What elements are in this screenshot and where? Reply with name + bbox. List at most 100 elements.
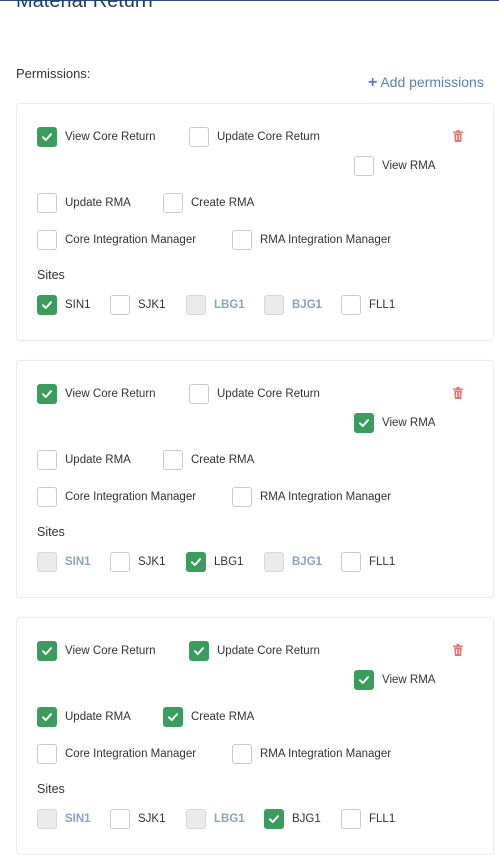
site-checkbox-sin1[interactable]: SIN1: [37, 295, 91, 315]
checkbox-label: Create RMA: [191, 454, 255, 466]
checkbox-box[interactable]: [341, 809, 361, 829]
site-label: SJK1: [138, 299, 166, 311]
checkbox-box[interactable]: [110, 295, 130, 315]
checkbox-label: View RMA: [382, 160, 436, 172]
sites-label: Sites: [37, 268, 65, 282]
site-checkbox-sjk1[interactable]: SJK1: [110, 552, 166, 572]
site-label: FLL1: [369, 299, 396, 311]
checkbox-box[interactable]: [37, 487, 57, 507]
sites-label: Sites: [37, 782, 65, 796]
checkbox-box: [186, 295, 206, 315]
checkbox-checked-icon[interactable]: [37, 295, 57, 315]
checkbox-box[interactable]: [189, 127, 209, 147]
site-checkbox-sjk1[interactable]: SJK1: [110, 295, 166, 315]
trash-icon[interactable]: [453, 129, 463, 142]
site-label: FLL1: [369, 556, 396, 568]
checkbox-checked-icon[interactable]: [37, 127, 57, 147]
site-checkbox-sin1: SIN1: [37, 809, 91, 829]
checkbox-rma-integration-manager[interactable]: RMA Integration Manager: [232, 744, 391, 764]
checkbox-checked-icon[interactable]: [354, 670, 374, 690]
site-label: LBG1: [214, 299, 245, 311]
site-checkbox-lbg1[interactable]: LBG1: [186, 552, 243, 572]
checkbox-label: Update RMA: [65, 711, 131, 723]
checkbox-update-core-return[interactable]: Update Core Return: [189, 641, 320, 661]
checkbox-box[interactable]: [341, 295, 361, 315]
checkbox-label: Core Integration Manager: [65, 491, 197, 503]
checkbox-view-core-return[interactable]: View Core Return: [37, 127, 156, 147]
checkbox-checked-icon[interactable]: [37, 641, 57, 661]
site-checkbox-fll1[interactable]: FLL1: [341, 295, 395, 315]
checkbox-box: [264, 295, 284, 315]
checkbox-label: RMA Integration Manager: [260, 234, 392, 246]
checkbox-create-rma[interactable]: Create RMA: [163, 450, 254, 470]
checkbox-box[interactable]: [189, 384, 209, 404]
checkbox-view-core-return[interactable]: View Core Return: [37, 641, 156, 661]
checkbox-label: Create RMA: [191, 711, 255, 723]
checkbox-label: Core Integration Manager: [65, 234, 197, 246]
checkbox-box[interactable]: [163, 450, 183, 470]
checkbox-box[interactable]: [341, 552, 361, 572]
checkbox-create-rma[interactable]: Create RMA: [163, 193, 254, 213]
checkbox-box[interactable]: [232, 744, 252, 764]
checkbox-label: Core Integration Manager: [65, 748, 197, 760]
checkbox-checked-icon[interactable]: [354, 413, 374, 433]
checkbox-update-core-return[interactable]: Update Core Return: [189, 127, 320, 147]
trash-icon[interactable]: [453, 386, 463, 399]
checkbox-core-integration-manager[interactable]: Core Integration Manager: [37, 744, 196, 764]
checkbox-checked-icon[interactable]: [186, 552, 206, 572]
checkbox-update-rma[interactable]: Update RMA: [37, 193, 131, 213]
checkbox-label: Update Core Return: [217, 131, 320, 143]
checkbox-box[interactable]: [232, 230, 252, 250]
checkbox-checked-icon[interactable]: [189, 641, 209, 661]
checkbox-checked-icon[interactable]: [264, 809, 284, 829]
checkbox-update-rma[interactable]: Update RMA: [37, 450, 131, 470]
checkbox-box[interactable]: [37, 450, 57, 470]
checkbox-core-integration-manager[interactable]: Core Integration Manager: [37, 487, 196, 507]
checkbox-box[interactable]: [37, 230, 57, 250]
site-label: SJK1: [138, 556, 166, 568]
site-checkbox-sin1: SIN1: [37, 552, 91, 572]
checkbox-checked-icon[interactable]: [37, 384, 57, 404]
site-checkbox-lbg1: LBG1: [186, 295, 245, 315]
checkbox-box[interactable]: [37, 744, 57, 764]
site-checkbox-bjg1[interactable]: BJG1: [264, 809, 321, 829]
site-checkbox-fll1[interactable]: FLL1: [341, 552, 395, 572]
checkbox-box[interactable]: [110, 809, 130, 829]
site-checkbox-sjk1[interactable]: SJK1: [110, 809, 166, 829]
site-label: SIN1: [65, 813, 91, 825]
checkbox-label: Update RMA: [65, 454, 131, 466]
site-label: SJK1: [138, 813, 166, 825]
checkbox-checked-icon[interactable]: [37, 707, 57, 727]
checkbox-label: Update Core Return: [217, 645, 320, 657]
checkbox-box[interactable]: [354, 156, 374, 176]
site-label: SIN1: [65, 556, 91, 568]
checkbox-rma-integration-manager[interactable]: RMA Integration Manager: [232, 230, 391, 250]
site-checkbox-fll1[interactable]: FLL1: [341, 809, 395, 829]
checkbox-label: Update Core Return: [217, 388, 320, 400]
checkbox-update-core-return[interactable]: Update Core Return: [189, 384, 320, 404]
checkbox-box: [37, 809, 57, 829]
checkbox-label: View Core Return: [65, 388, 156, 400]
checkbox-rma-integration-manager[interactable]: RMA Integration Manager: [232, 487, 391, 507]
checkbox-view-core-return[interactable]: View Core Return: [37, 384, 156, 404]
plus-icon: +: [368, 74, 378, 91]
checkbox-create-rma[interactable]: Create RMA: [163, 707, 254, 727]
checkbox-core-integration-manager[interactable]: Core Integration Manager: [37, 230, 196, 250]
add-permissions-label: Add permissions: [380, 74, 484, 90]
checkbox-label: Create RMA: [191, 197, 255, 209]
trash-icon[interactable]: [453, 643, 463, 656]
checkbox-box[interactable]: [37, 193, 57, 213]
permissions-label: Permissions:: [16, 66, 91, 81]
add-permissions-button[interactable]: + Add permissions: [368, 74, 484, 92]
checkbox-box[interactable]: [232, 487, 252, 507]
checkbox-box[interactable]: [110, 552, 130, 572]
checkbox-label: View RMA: [382, 674, 436, 686]
checkbox-view-rma[interactable]: View RMA: [354, 413, 435, 433]
checkbox-view-rma[interactable]: View RMA: [354, 670, 435, 690]
checkbox-checked-icon[interactable]: [163, 707, 183, 727]
checkbox-box[interactable]: [163, 193, 183, 213]
site-label: BJG1: [292, 299, 323, 311]
checkbox-view-rma[interactable]: View RMA: [354, 156, 435, 176]
checkbox-update-rma[interactable]: Update RMA: [37, 707, 131, 727]
site-label: LBG1: [214, 813, 245, 825]
